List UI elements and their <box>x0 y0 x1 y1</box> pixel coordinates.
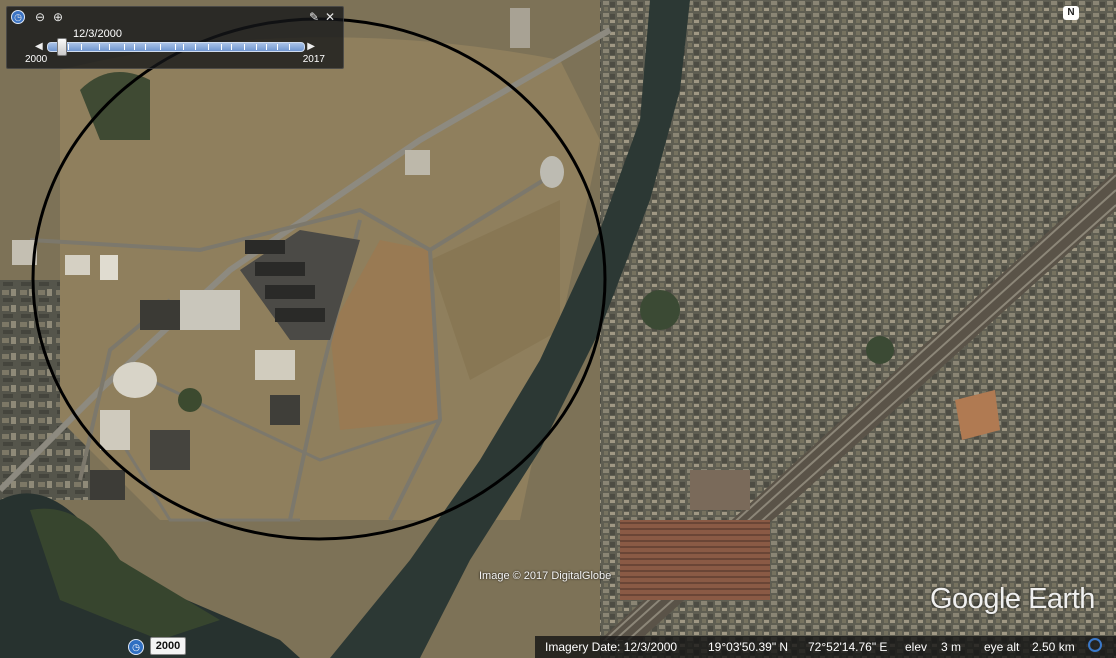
google-earth-logo: Google Earth <box>930 583 1095 615</box>
time-slider-tick <box>220 44 222 50</box>
clock-icon[interactable]: ◷ <box>11 10 25 24</box>
time-slider-start-year: 2000 <box>25 54 48 65</box>
historical-imagery-icon[interactable]: ◷ <box>128 639 144 655</box>
satellite-map-view[interactable] <box>0 0 1116 658</box>
previous-image-button[interactable]: ◀ <box>35 41 43 52</box>
time-slider-tick <box>276 44 278 50</box>
longitude-readout: 72°52'14.76" E <box>808 640 888 654</box>
wrench-icon[interactable]: ✎ <box>307 10 321 24</box>
time-slider-tick <box>134 44 136 50</box>
zoom-out-icon[interactable]: ⊖ <box>33 10 47 24</box>
time-slider-tick <box>98 44 100 50</box>
time-slider-date: 12/3/2000 <box>73 28 122 40</box>
imagery-credit: Image © 2017 DigitalGlobe <box>479 570 612 582</box>
imagery-date: Imagery Date: 12/3/2000 <box>545 640 678 654</box>
historical-imagery-year[interactable]: 2000 <box>150 637 186 655</box>
time-slider-tick <box>289 44 291 50</box>
eye-alt-label: eye alt <box>984 640 1020 654</box>
satellite-imagery[interactable] <box>0 0 1116 658</box>
zoom-in-icon[interactable]: ⊕ <box>51 10 65 24</box>
status-bar: Imagery Date: 12/3/2000 19°03'50.39" N 7… <box>535 636 1116 658</box>
time-slider-tick <box>266 44 268 50</box>
elevation-label: elev <box>905 640 928 654</box>
streaming-indicator-icon <box>1088 638 1102 652</box>
time-slider-tick <box>208 44 210 50</box>
time-slider-tick <box>108 44 110 50</box>
time-slider-tick <box>182 44 184 50</box>
time-slider-tick <box>230 44 232 50</box>
elevation-readout: 3 m <box>941 640 962 654</box>
historical-imagery-control[interactable]: ◷ 2000 <box>128 637 186 655</box>
time-slider-tick <box>124 44 126 50</box>
time-slider-track[interactable] <box>47 42 305 52</box>
time-slider-thumb[interactable] <box>57 38 67 56</box>
time-slider-panel: ◷ ⊖ ⊕ ✎ ✕ 12/3/2000 ◀ ▶ 2000 2017 <box>6 6 344 69</box>
time-slider-tick <box>243 44 245 50</box>
time-slider-tick <box>81 44 83 50</box>
time-slider-tick <box>195 44 197 50</box>
time-slider-tick <box>175 44 176 50</box>
time-slider-end-year: 2017 <box>302 54 325 65</box>
latitude-readout: 19°03'50.39" N <box>708 640 789 654</box>
time-slider-tick <box>68 44 70 50</box>
time-slider-tick <box>144 44 146 50</box>
close-icon[interactable]: ✕ <box>323 10 337 24</box>
time-slider-tick <box>256 44 258 50</box>
north-arrow-icon[interactable]: N <box>1063 6 1079 20</box>
eye-alt-readout: 2.50 km <box>1032 640 1075 654</box>
next-image-button[interactable]: ▶ <box>307 41 315 52</box>
time-slider-tick <box>159 44 161 50</box>
